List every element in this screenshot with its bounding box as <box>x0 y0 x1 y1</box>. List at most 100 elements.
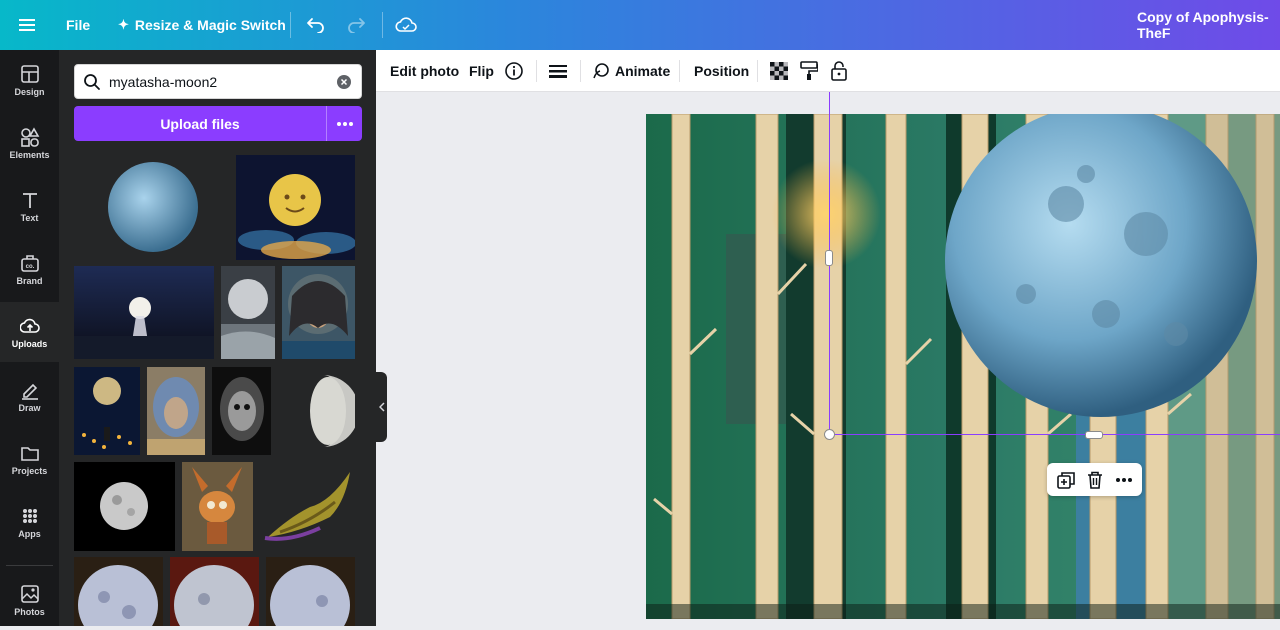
magic-icon: ✦ <box>118 17 129 32</box>
transparency-icon <box>770 62 788 80</box>
more-icon <box>1115 477 1132 482</box>
upload-thumbnail[interactable] <box>74 557 163 626</box>
divider <box>679 60 680 82</box>
resize-label: Resize & Magic Switch <box>134 17 286 33</box>
lock-button[interactable] <box>831 50 847 92</box>
rail-item-photos[interactable]: Photos <box>0 570 59 630</box>
copy-style-icon <box>800 61 818 80</box>
upload-files-button[interactable]: Upload files <box>74 106 362 141</box>
element-floating-toolbar <box>1047 463 1142 496</box>
rail-item-text[interactable]: Text <box>0 176 59 236</box>
upload-cloud-icon <box>19 318 40 333</box>
upload-more-button[interactable] <box>326 106 362 141</box>
upload-thumbnail[interactable] <box>74 155 232 260</box>
document-title[interactable]: Copy of Apophysis-TheF <box>1137 0 1280 50</box>
text-icon <box>22 193 37 208</box>
position-button[interactable]: Position <box>694 50 749 92</box>
rail-label: Elements <box>9 150 50 160</box>
animate-icon <box>593 63 609 79</box>
divider <box>580 60 581 82</box>
resize-handle[interactable] <box>824 429 835 440</box>
info-icon <box>505 62 523 80</box>
rail-divider <box>6 565 53 566</box>
more-options-button[interactable] <box>1112 468 1136 492</box>
menu-icon[interactable] <box>15 13 39 37</box>
divider <box>757 60 758 82</box>
transparency-button[interactable] <box>770 50 788 92</box>
upload-thumbnail[interactable] <box>74 367 140 455</box>
trash-icon <box>1087 471 1102 489</box>
rail-item-uploads[interactable]: Uploads <box>0 302 59 362</box>
resize-handle[interactable] <box>1085 431 1103 439</box>
duplicate-button[interactable] <box>1054 468 1078 492</box>
design-icon <box>20 65 39 83</box>
svg-text:co.: co. <box>25 264 34 270</box>
rail-label: Uploads <box>11 339 48 349</box>
rail-label: Apps <box>18 529 41 539</box>
info-button[interactable] <box>504 50 524 92</box>
upload-thumbnail[interactable] <box>236 155 355 260</box>
rail-label: Design <box>14 87 45 97</box>
edit-photo-button[interactable]: Edit photo <box>390 50 459 92</box>
rail-label: Photos <box>14 607 45 617</box>
border-style-icon <box>549 65 567 78</box>
more-icon <box>336 121 353 126</box>
rail-item-brand[interactable]: co. Brand <box>0 239 59 299</box>
folder-icon <box>20 447 39 461</box>
rail-item-design[interactable]: Design <box>0 50 59 110</box>
divider <box>382 12 383 38</box>
divider <box>290 12 291 38</box>
upload-thumbnail[interactable] <box>266 557 355 626</box>
rail-item-projects[interactable]: Projects <box>0 429 59 489</box>
chevron-left-icon <box>378 402 385 412</box>
rail-item-elements[interactable]: Elements <box>0 113 59 173</box>
resize-handle[interactable] <box>825 250 833 266</box>
elements-icon <box>20 127 39 147</box>
animate-button[interactable]: Animate <box>592 50 670 92</box>
animate-label: Animate <box>615 63 671 79</box>
rail-label: Projects <box>11 466 48 476</box>
cloud-save-icon[interactable] <box>394 13 418 37</box>
top-bar: File ✦ Resize & Magic Switch Copy of Apo… <box>0 0 1280 50</box>
rail-label: Text <box>20 213 39 223</box>
apps-icon <box>22 509 37 523</box>
selection-box[interactable] <box>829 92 1280 435</box>
search-icon <box>84 74 100 90</box>
draw-icon <box>21 383 38 400</box>
uploads-panel: Upload files <box>59 50 376 626</box>
upload-thumbnail[interactable] <box>260 462 355 551</box>
resize-magic-switch-button[interactable]: ✦ Resize & Magic Switch <box>118 0 286 50</box>
rail-label: Draw <box>18 403 41 413</box>
upload-thumbnail[interactable] <box>212 367 271 455</box>
duplicate-icon <box>1056 471 1075 489</box>
upload-thumbnail[interactable] <box>182 462 253 551</box>
upload-thumbnail[interactable] <box>74 266 214 359</box>
photos-icon <box>20 585 39 603</box>
upload-thumbnail[interactable] <box>282 266 355 359</box>
rail-item-draw[interactable]: Draw <box>0 366 59 426</box>
rail-label: Brand <box>16 276 43 286</box>
brand-icon: co. <box>20 255 39 272</box>
collapse-panel-handle[interactable] <box>376 372 387 442</box>
copy-style-button[interactable] <box>800 50 818 92</box>
rail-item-apps[interactable]: Apps <box>0 492 59 552</box>
context-toolbar: Edit photo Flip Animate Position <box>376 50 1280 92</box>
delete-button[interactable] <box>1083 468 1107 492</box>
upload-thumbnail[interactable] <box>170 557 259 626</box>
redo-icon[interactable] <box>344 13 368 37</box>
upload-thumbnail[interactable] <box>278 367 355 455</box>
upload-thumbnail[interactable] <box>74 462 175 551</box>
file-menu[interactable]: File <box>66 0 90 50</box>
lock-icon <box>831 61 847 81</box>
upload-files-label: Upload files <box>160 115 240 132</box>
border-style-button[interactable] <box>549 50 567 92</box>
upload-thumbnail[interactable] <box>147 367 205 455</box>
search-input[interactable] <box>109 72 324 92</box>
undo-icon[interactable] <box>304 13 328 37</box>
flip-button[interactable]: Flip <box>469 50 494 92</box>
upload-thumbnail[interactable] <box>221 266 275 359</box>
divider <box>536 60 537 82</box>
side-rail: Design Elements Text co. Brand Uploads D… <box>0 50 59 626</box>
search-box <box>74 64 362 99</box>
clear-icon[interactable] <box>336 74 352 90</box>
